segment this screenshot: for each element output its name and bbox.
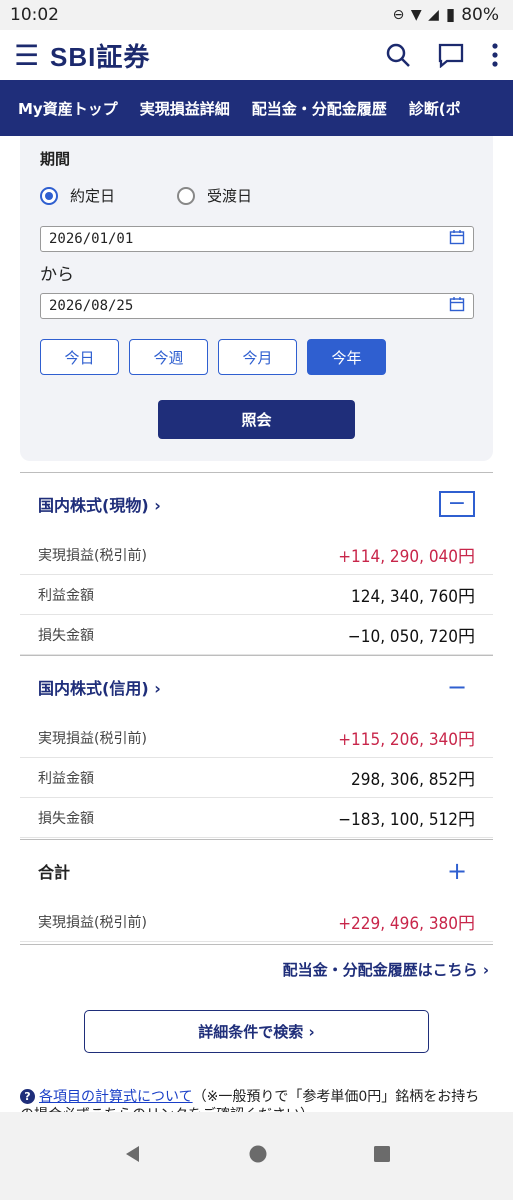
row-value: −183, 100, 512円: [338, 810, 475, 830]
radio-label: 受渡日: [207, 187, 253, 205]
dividend-history-link[interactable]: 配当金・分配金履歴はこちら ›: [283, 959, 489, 980]
quick-period-buttons: 今日 今週 今月 今年: [40, 339, 473, 375]
section-domestic-margin: 国内株式(信用) › − 実現損益(税引前) +115, 206, 340円 利…: [20, 655, 493, 838]
date-from-input[interactable]: 2026/01/01: [40, 226, 474, 252]
period-label: 期間: [40, 150, 71, 168]
tab-diagnosis[interactable]: 診断(ポ: [387, 98, 461, 119]
calendar-icon[interactable]: [449, 229, 465, 249]
date-from-value: 2026/01/01: [49, 231, 134, 247]
this-month-button[interactable]: 今月: [218, 339, 297, 375]
status-time: 10:02: [10, 5, 59, 25]
row-label: 利益金額: [38, 587, 94, 604]
table-row: 利益金額 124, 340, 760円: [20, 575, 493, 615]
hamburger-menu-icon[interactable]: ☰: [14, 39, 44, 72]
row-label: 実現損益(税引前): [38, 547, 147, 564]
this-week-button[interactable]: 今週: [129, 339, 208, 375]
chat-icon[interactable]: [437, 42, 465, 68]
radio-label: 約定日: [70, 187, 116, 205]
row-label: 損失金額: [38, 627, 94, 644]
section-domestic-spot: 国内株式(現物) › − 実現損益(税引前) +114, 290, 040円 利…: [20, 472, 493, 655]
radio-selected-icon[interactable]: [40, 186, 58, 205]
back-icon[interactable]: [124, 1145, 142, 1167]
inquiry-button[interactable]: 照会: [158, 400, 355, 439]
brand-logo[interactable]: SBI証券: [50, 37, 150, 74]
date-type-radio-group: 約定日 受渡日: [40, 185, 473, 206]
section-header: 合計 +: [20, 840, 493, 902]
row-value: +115, 206, 340円: [338, 730, 475, 750]
status-bar: 10:02 ⊖ ▼ ◢ ▮ 80%: [0, 0, 513, 30]
home-icon[interactable]: [249, 1145, 267, 1167]
tab-my-assets[interactable]: My資産トップ: [0, 98, 118, 119]
expand-icon[interactable]: +: [439, 859, 475, 883]
battery-level: 80%: [461, 5, 499, 25]
radio-settlement-date[interactable]: 受渡日: [177, 185, 252, 206]
calendar-icon[interactable]: [449, 296, 465, 316]
row-label: 実現損益(税引前): [38, 914, 147, 931]
dividend-history-link-row: 配当金・分配金履歴はこちら ›: [20, 944, 493, 994]
from-label: から: [40, 265, 74, 285]
row-label: 実現損益(税引前): [38, 730, 147, 747]
row-value: −10, 050, 720円: [347, 627, 475, 647]
section-header: 国内株式(信用) › −: [20, 656, 493, 718]
row-value: +114, 290, 040円: [338, 547, 475, 567]
section-title-link[interactable]: 国内株式(現物) ›: [38, 492, 161, 516]
calculation-formula-link[interactable]: 各項目の計算式について: [39, 1089, 193, 1105]
today-button[interactable]: 今日: [40, 339, 119, 375]
filter-panel: 期間 約定日 受渡日 2026/01/01 から 2026/08/25 今日 今…: [20, 136, 493, 461]
section-total: 合計 + 実現損益(税引前) +229, 496, 380円: [20, 839, 493, 942]
section-header: 国内株式(現物) › −: [20, 473, 493, 535]
calculation-note: ?各項目の計算式について（※一般預りで「参考単価0円」銘柄をお持ちの場合必ずこち…: [20, 1088, 493, 1112]
battery-icon: ▮: [445, 5, 456, 25]
recents-icon[interactable]: [373, 1146, 390, 1166]
tab-realized-pl[interactable]: 実現損益詳細: [118, 98, 230, 119]
collapse-icon[interactable]: −: [439, 675, 475, 699]
system-navigation-bar: [0, 1112, 513, 1200]
detail-search-button[interactable]: 詳細条件で検索 ›: [84, 1010, 429, 1053]
section-title: 合計: [38, 863, 71, 882]
collapse-icon[interactable]: −: [439, 491, 475, 517]
row-value: 298, 306, 852円: [351, 770, 475, 790]
status-indicators: ⊖ ▼ ◢ ▮ 80%: [393, 5, 499, 25]
table-row: 実現損益(税引前) +229, 496, 380円: [20, 902, 493, 942]
app-header: ☰ SBI証券: [0, 30, 513, 80]
date-to-input[interactable]: 2026/08/25: [40, 293, 474, 319]
radio-trade-date[interactable]: 約定日: [40, 185, 115, 206]
tab-bar: My資産トップ 実現損益詳細 配当金・分配金履歴 診断(ポ: [0, 80, 513, 136]
row-value: 124, 340, 760円: [351, 587, 475, 607]
table-row: 利益金額 298, 306, 852円: [20, 758, 493, 798]
table-row: 実現損益(税引前) +115, 206, 340円: [20, 718, 493, 758]
row-label: 損失金額: [38, 810, 94, 827]
section-title-link[interactable]: 国内株式(信用) ›: [38, 675, 161, 699]
help-icon: ?: [20, 1089, 35, 1104]
row-label: 利益金額: [38, 770, 94, 787]
status-icons: ⊖ ▼ ◢: [392, 7, 440, 23]
table-row: 損失金額 −183, 100, 512円: [20, 798, 493, 838]
row-value: +229, 496, 380円: [338, 914, 475, 934]
radio-unselected-icon[interactable]: [177, 186, 196, 205]
more-vert-icon[interactable]: [491, 42, 499, 68]
this-year-button[interactable]: 今年: [307, 339, 386, 375]
date-to-value: 2026/08/25: [49, 298, 134, 314]
search-icon[interactable]: [385, 42, 411, 68]
tab-dividend-history[interactable]: 配当金・分配金履歴: [230, 98, 387, 119]
table-row: 損失金額 −10, 050, 720円: [20, 615, 493, 655]
table-row: 実現損益(税引前) +114, 290, 040円: [20, 535, 493, 575]
